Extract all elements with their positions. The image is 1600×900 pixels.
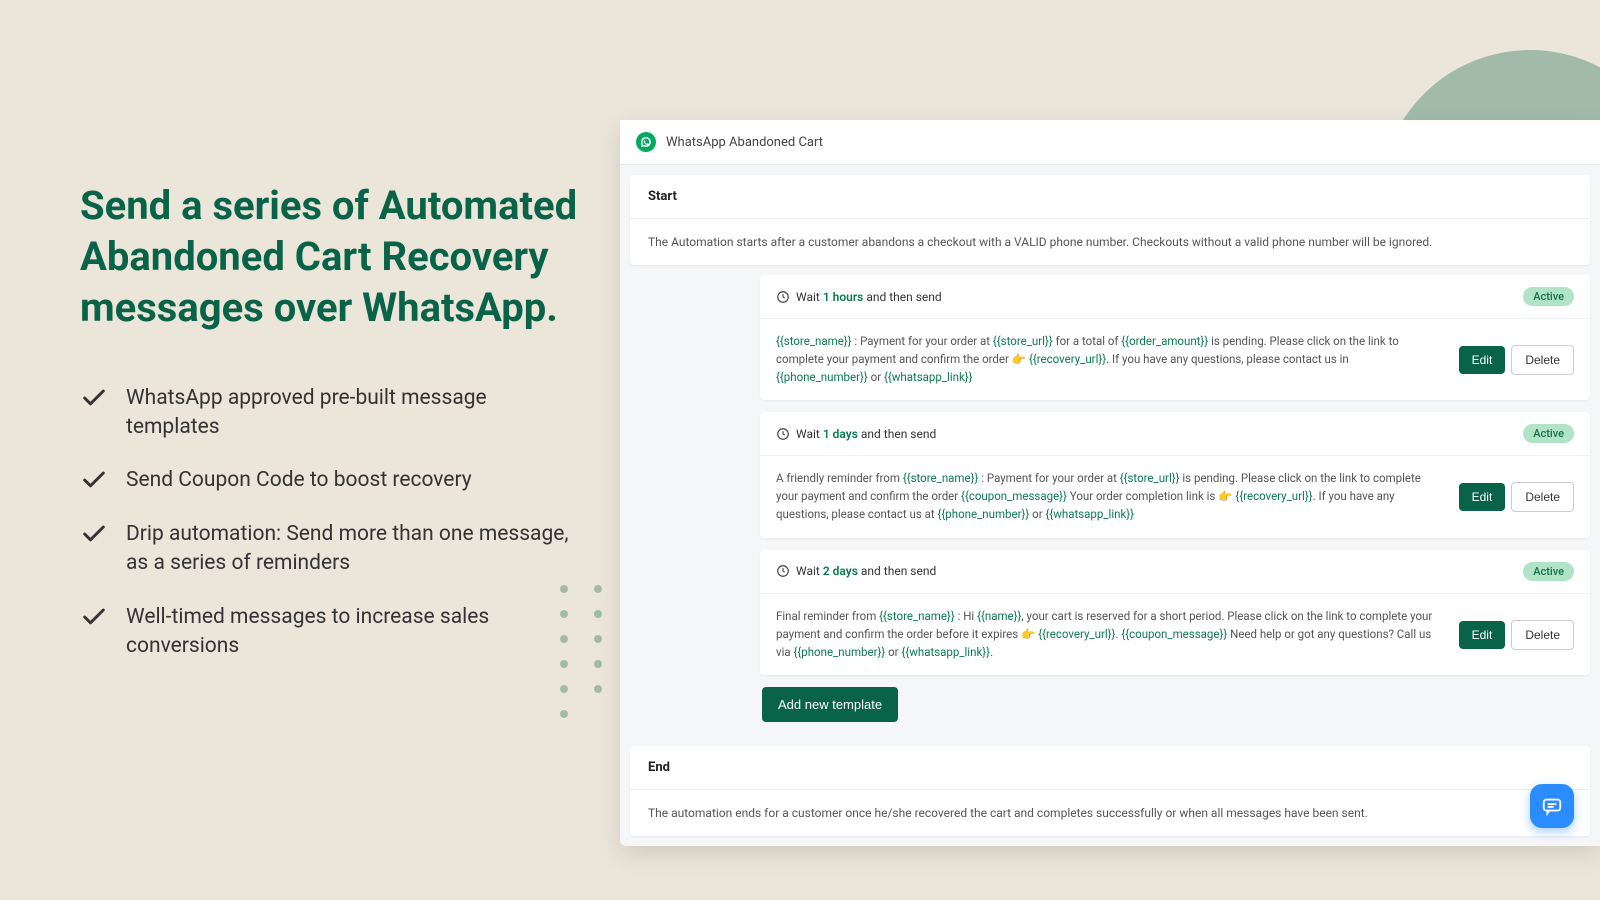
start-label: Start: [630, 175, 1590, 219]
marketing-column: Send a series of Automated Abandoned Car…: [80, 180, 580, 685]
check-icon: [80, 466, 108, 494]
status-badge: Active: [1523, 424, 1574, 443]
step-card: Wait 1 hours and then send Active {{stor…: [760, 275, 1590, 400]
wait-value: 1 days: [823, 427, 858, 441]
step-card: Wait 2 days and then send Active Final r…: [760, 550, 1590, 675]
wait-prefix: Wait: [796, 564, 820, 578]
wait-value: 2 days: [823, 564, 858, 578]
delete-button[interactable]: Delete: [1511, 482, 1574, 512]
automation-panel: WhatsApp Abandoned Cart Start The Automa…: [620, 120, 1600, 846]
clock-icon: [776, 564, 790, 578]
feature-text: Well-timed messages to increase sales co…: [126, 603, 580, 662]
feature-item: WhatsApp approved pre-built message temp…: [80, 384, 580, 443]
feature-item: Well-timed messages to increase sales co…: [80, 603, 580, 662]
edit-button[interactable]: Edit: [1459, 483, 1506, 511]
wait-label: Wait 1 days and then send: [776, 427, 936, 441]
message-preview: Final reminder from {{store_name}} : Hi …: [776, 608, 1453, 661]
panel-title: WhatsApp Abandoned Cart: [666, 135, 823, 150]
end-description: The automation ends for a customer once …: [630, 790, 1590, 836]
wait-suffix: and then send: [861, 427, 936, 441]
edit-button[interactable]: Edit: [1459, 621, 1506, 649]
wait-suffix: and then send: [861, 564, 936, 578]
wait-value: 1 hours: [823, 290, 864, 304]
feature-text: Drip automation: Send more than one mess…: [126, 520, 580, 579]
wait-prefix: Wait: [796, 427, 820, 441]
check-icon: [80, 603, 108, 631]
wait-label: Wait 1 hours and then send: [776, 290, 942, 304]
panel-header: WhatsApp Abandoned Cart: [620, 120, 1600, 165]
message-preview: {{store_name}} : Payment for your order …: [776, 333, 1453, 386]
wait-prefix: Wait: [796, 290, 820, 304]
edit-button[interactable]: Edit: [1459, 346, 1506, 374]
add-template-button[interactable]: Add new template: [762, 687, 898, 722]
feature-item: Send Coupon Code to boost recovery: [80, 466, 580, 495]
delete-button[interactable]: Delete: [1511, 345, 1574, 375]
chat-fab[interactable]: [1530, 784, 1574, 828]
feature-item: Drip automation: Send more than one mess…: [80, 520, 580, 579]
message-preview: A friendly reminder from {{store_name}} …: [776, 470, 1453, 523]
wait-label: Wait 2 days and then send: [776, 564, 936, 578]
check-icon: [80, 520, 108, 548]
status-badge: Active: [1523, 287, 1574, 306]
wait-suffix: and then send: [866, 290, 941, 304]
step-card: Wait 1 days and then send Active A frien…: [760, 412, 1590, 537]
check-icon: [80, 384, 108, 412]
whatsapp-icon: [636, 132, 656, 152]
page-headline: Send a series of Automated Abandoned Car…: [80, 180, 580, 334]
end-section: End The automation ends for a customer o…: [630, 746, 1590, 836]
status-badge: Active: [1523, 562, 1574, 581]
feature-text: WhatsApp approved pre-built message temp…: [126, 384, 580, 443]
start-section: Start The Automation starts after a cust…: [630, 175, 1590, 265]
delete-button[interactable]: Delete: [1511, 620, 1574, 650]
feature-text: Send Coupon Code to boost recovery: [126, 466, 472, 495]
clock-icon: [776, 427, 790, 441]
clock-icon: [776, 290, 790, 304]
steps-container: Wait 1 hours and then send Active {{stor…: [630, 275, 1590, 675]
chat-icon: [1541, 795, 1563, 817]
end-label: End: [630, 746, 1590, 790]
start-description: The Automation starts after a customer a…: [630, 219, 1590, 265]
